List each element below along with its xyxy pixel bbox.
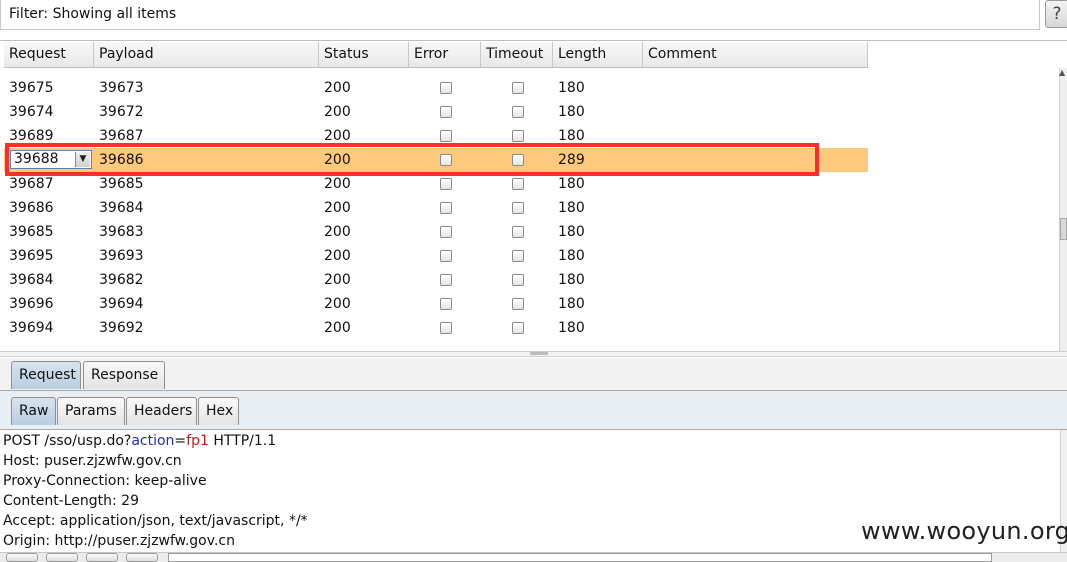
table-header: Request Payload Status Error Timeout Len… [4,42,868,68]
table-row[interactable]: 39685 39683 200 180 [4,220,868,244]
message-tabs: Request Response [0,358,1067,391]
error-checkbox [440,226,452,238]
tab-headers[interactable]: Headers [126,397,197,425]
request-cell: 39675 [9,80,54,96]
request-cell: 39685 [9,224,54,240]
column-header-payload[interactable]: Payload [94,42,319,67]
error-checkbox [440,322,452,334]
table-row[interactable]: 39684 39682 200 180 [4,268,868,292]
column-header-request[interactable]: Request [4,42,94,67]
tab-hex[interactable]: Hex [198,397,239,425]
payload-cell: 39682 [99,272,144,288]
request-cell: 39684 [9,272,54,288]
length-cell: 180 [558,248,585,264]
status-cell: 200 [324,296,351,312]
payload-cell: 39694 [99,296,144,312]
watermark: www.wooyun.org [861,517,1067,545]
timeout-checkbox [512,322,524,334]
tab-params[interactable]: Params [57,397,125,425]
table-row[interactable]: 39695 39693 200 180 [4,244,868,268]
timeout-checkbox [512,274,524,286]
column-header-status[interactable]: Status [319,42,409,67]
payload-cell: 39672 [99,104,144,120]
help-button[interactable]: ? [1045,0,1067,28]
column-header-comment[interactable]: Comment [643,42,868,67]
header-accept: Accept: application/json, text/javascrip… [3,513,308,529]
status-cell: 200 [324,200,351,216]
length-cell: 180 [558,296,585,312]
filter-text: Filter: Showing all items [9,6,177,22]
error-checkbox [440,202,452,214]
error-checkbox [440,178,452,190]
tab-raw[interactable]: Raw [11,397,56,425]
timeout-checkbox [512,106,524,118]
table-row[interactable]: 39696 39694 200 180 [4,292,868,316]
length-cell: 180 [558,320,585,336]
splitter-grip-icon[interactable] [530,352,548,355]
tab-request[interactable]: Request [11,361,81,389]
status-cell: 200 [324,248,351,264]
length-cell: 180 [558,104,585,120]
request-cell: 39674 [9,104,54,120]
header-origin: Origin: http://puser.zjzwfw.gov.cn [3,533,235,549]
table-row[interactable]: 39675 39673 200 180 [4,76,868,100]
timeout-checkbox [512,130,524,142]
column-header-timeout[interactable]: Timeout [481,42,553,67]
header-content-length: Content-Length: 29 [3,493,140,509]
payload-cell: 39673 [99,80,144,96]
header-host: Host: puser.zjzwfw.gov.cn [3,453,182,469]
status-cell: 200 [324,320,351,336]
view-tabs: Raw Params Headers Hex [0,391,1067,430]
error-checkbox [440,274,452,286]
status-cell: 200 [324,224,351,240]
request-cell: 39694 [9,320,54,336]
status-cell: 200 [324,80,351,96]
table-row[interactable]: 39694 39692 200 180 [4,316,868,340]
timeout-checkbox [512,226,524,238]
request-line: POST /sso/usp.do?action=fp1 HTTP/1.1 [3,433,277,449]
payload-cell: 39692 [99,320,144,336]
error-checkbox [440,250,452,262]
error-checkbox [440,298,452,310]
column-header-length[interactable]: Length [553,42,643,67]
payload-cell: 39693 [99,248,144,264]
timeout-checkbox [512,250,524,262]
payload-cell: 39684 [99,200,144,216]
timeout-checkbox [512,298,524,310]
length-cell: 180 [558,200,585,216]
header-proxy-connection: Proxy-Connection: keep-alive [3,473,207,489]
timeout-checkbox [512,82,524,94]
timeout-checkbox [512,202,524,214]
tab-response[interactable]: Response [83,361,165,389]
request-cell: 39695 [9,248,54,264]
table-scrollbar[interactable] [1059,68,1067,351]
filter-bar[interactable]: Filter: Showing all items [0,0,1040,30]
length-cell: 180 [558,272,585,288]
status-cell: 200 [324,104,351,120]
column-header-error[interactable]: Error [409,42,481,67]
length-cell: 180 [558,80,585,96]
table-row[interactable]: 39674 39672 200 180 [4,100,868,124]
timeout-checkbox [512,178,524,190]
payload-cell: 39683 [99,224,144,240]
error-checkbox [440,106,452,118]
scrollbar-thumb[interactable] [1060,218,1067,240]
error-checkbox [440,82,452,94]
highlight-annotation [5,143,819,176]
table-row[interactable]: 39686 39684 200 180 [4,196,868,220]
scroll-up-arrow-icon[interactable]: ▲ [1059,68,1067,82]
request-cell: 39696 [9,296,54,312]
status-cell: 200 [324,272,351,288]
error-checkbox [440,130,452,142]
table-body: 39675 39673 200 180 39674 39672 200 180 39689 396… [4,68,868,351]
length-cell: 180 [558,224,585,240]
request-cell: 39686 [9,200,54,216]
